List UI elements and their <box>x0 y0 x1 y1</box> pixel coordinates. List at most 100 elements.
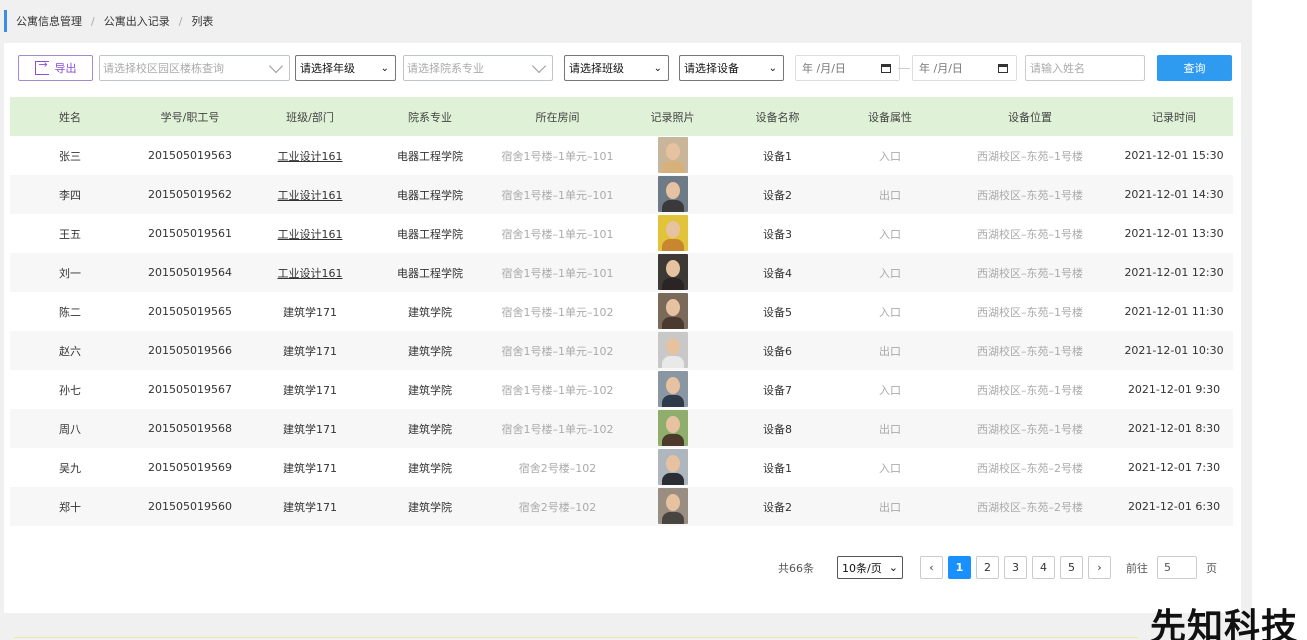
record-photo[interactable] <box>657 410 688 446</box>
cell-college: 建筑学院 <box>408 383 452 397</box>
cell-college: 电器工程学院 <box>397 188 463 202</box>
photo-face <box>665 455 680 472</box>
cell-location: 西湖校区–东苑–2号楼 <box>977 461 1083 475</box>
page-size-value: 10条/页 <box>842 561 882 575</box>
column-header: 设备属性 <box>868 110 912 124</box>
bottom-divider <box>14 637 1138 638</box>
cell-device: 设备3 <box>763 227 792 241</box>
cell-device: 设备5 <box>763 305 792 319</box>
cell-id: 201505019564 <box>148 266 232 279</box>
table-row: 郑十 201505019560 建筑学171 建筑学院 宿舍2号楼–102 设备2 出口 西湖… <box>10 487 1233 526</box>
page-button[interactable]: 2 <box>976 556 999 579</box>
record-photo[interactable] <box>657 449 688 485</box>
breadcrumb-item[interactable]: 公寓出入记录 <box>104 13 170 29</box>
goto-label: 前往 <box>1126 561 1148 575</box>
page-unit-label: 页 <box>1206 561 1217 575</box>
record-photo[interactable] <box>657 176 688 212</box>
page-button[interactable]: 1 <box>948 556 971 579</box>
class-text: 工业设计161 <box>277 266 343 280</box>
class-text: 工业设计161 <box>277 188 343 202</box>
cell-attr: 出口 <box>879 188 901 202</box>
class-text: 建筑学171 <box>283 344 337 358</box>
table-row: 吴九 201505019569 建筑学171 建筑学院 宿舍2号楼–102 设备1 入口 西湖… <box>10 448 1233 487</box>
cell-name: 李四 <box>59 188 81 202</box>
page-size-select[interactable]: 10条/页 ⌄ <box>837 556 903 579</box>
cell-name: 陈二 <box>59 305 81 319</box>
cell-photo <box>625 213 720 254</box>
cell-college: 电器工程学院 <box>397 266 463 280</box>
photo-body <box>661 239 684 251</box>
record-photo[interactable] <box>657 254 688 290</box>
page-button[interactable]: 4 <box>1032 556 1055 579</box>
cell-college: 建筑学院 <box>408 422 452 436</box>
cell-photo <box>625 252 720 293</box>
cell-attr: 出口 <box>879 422 901 436</box>
cell-attr: 入口 <box>879 149 901 163</box>
grade-select[interactable]: 请选择年级 ⌄ <box>295 55 396 81</box>
cell-college: 电器工程学院 <box>397 227 463 241</box>
record-photo[interactable] <box>657 293 688 329</box>
cell-time: 2021-12-01 9:30 <box>1127 383 1221 396</box>
table-row: 王五 201505019561 工业设计161 电器工程学院 宿舍1号楼–1单元–101… <box>10 214 1233 253</box>
class-select[interactable]: 请选择班级 ⌄ <box>564 55 669 81</box>
goto-page-input[interactable]: 5 <box>1157 556 1197 579</box>
next-page-button[interactable]: › <box>1088 556 1111 579</box>
cell-device: 设备8 <box>763 422 792 436</box>
export-button[interactable]: 导出 <box>18 55 93 81</box>
column-header: 设备位置 <box>1008 110 1052 124</box>
class-text: 工业设计161 <box>277 227 343 241</box>
table-row: 李四 201505019562 工业设计161 电器工程学院 宿舍1号楼–1单元–101… <box>10 175 1233 214</box>
name-search-input[interactable]: 请输入姓名 <box>1025 55 1145 81</box>
records-table: 姓名 学号/职工号 班级/部门 院系专业 所在房间 记录照片 设备名称 设备属性… <box>10 97 1233 526</box>
breadcrumb-separator: / <box>178 14 183 28</box>
cell-id: 201505019567 <box>148 383 232 396</box>
page-button[interactable]: 3 <box>1004 556 1027 579</box>
photo-body <box>661 473 684 485</box>
record-photo[interactable] <box>657 137 688 173</box>
cell-device: 设备1 <box>763 461 792 475</box>
building-cascader[interactable]: 请选择校区园区楼栋查询 <box>99 55 290 81</box>
page-button[interactable]: 5 <box>1060 556 1083 579</box>
record-photo[interactable] <box>657 488 688 524</box>
cell-class: 建筑学171 <box>250 460 370 476</box>
photo-face <box>665 377 680 394</box>
prev-page-button[interactable]: ‹ <box>920 556 943 579</box>
photo-face <box>665 416 680 433</box>
device-select-value: 请选择设备 <box>684 62 739 75</box>
cell-id: 201505019563 <box>148 149 232 162</box>
device-select[interactable]: 请选择设备 ⌄ <box>679 55 784 81</box>
cell-attr: 入口 <box>879 461 901 475</box>
record-photo[interactable] <box>657 371 688 407</box>
calendar-icon[interactable] <box>998 63 1008 73</box>
column-header: 姓名 <box>59 110 81 124</box>
cell-time: 2021-12-01 14:30 <box>1124 188 1224 201</box>
photo-face <box>665 338 680 355</box>
watermark: 先知科技 <box>1150 607 1299 640</box>
cell-room: 宿舍1号楼–1单元–101 <box>501 266 614 280</box>
start-date-input[interactable]: 年 /月/日 <box>795 55 900 81</box>
end-date-input[interactable]: 年 /月/日 <box>912 55 1017 81</box>
record-photo[interactable] <box>657 215 688 251</box>
calendar-icon[interactable] <box>881 63 891 73</box>
cell-device: 设备1 <box>763 149 792 163</box>
college-cascader[interactable]: 请选择院系专业 <box>403 55 553 81</box>
cell-class: 建筑学171 <box>250 421 370 437</box>
chevron-down-icon <box>531 58 547 73</box>
cell-time: 2021-12-01 11:30 <box>1124 305 1224 318</box>
table-row: 陈二 201505019565 建筑学171 建筑学院 宿舍1号楼–1单元–102 设备5… <box>10 292 1233 331</box>
cell-photo <box>625 369 720 410</box>
breadcrumb-item[interactable]: 公寓信息管理 <box>16 13 82 29</box>
cell-attr: 出口 <box>879 500 901 514</box>
photo-face <box>665 494 680 511</box>
breadcrumb-separator: / <box>91 14 95 28</box>
record-photo[interactable] <box>657 332 688 368</box>
cell-photo <box>625 486 720 527</box>
cell-class: 工业设计161 <box>250 148 370 164</box>
cell-location: 西湖校区–东苑–1号楼 <box>977 227 1083 241</box>
column-header: 学号/职工号 <box>160 110 220 124</box>
query-button[interactable]: 查询 <box>1157 55 1232 81</box>
cell-id: 201505019562 <box>148 188 232 201</box>
cell-class: 建筑学171 <box>250 343 370 359</box>
table-row: 周八 201505019568 建筑学171 建筑学院 宿舍1号楼–1单元–102 设备8… <box>10 409 1233 448</box>
cell-class: 工业设计161 <box>250 265 370 281</box>
